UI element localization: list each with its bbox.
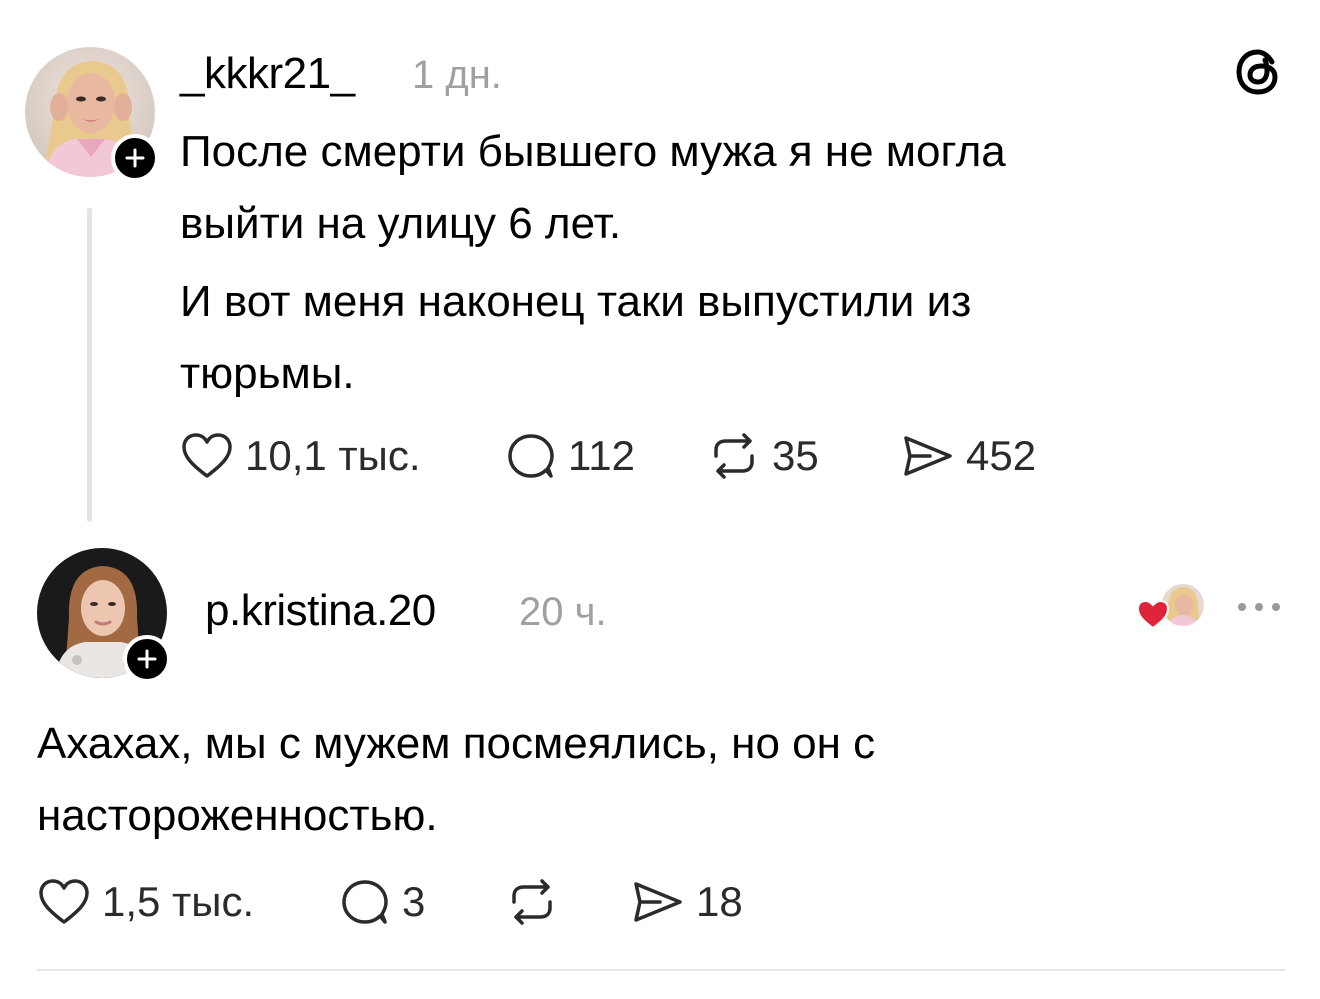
post-text-line: выйти на улицу 6 лет. (180, 199, 622, 248)
repost-count: 35 (772, 432, 819, 479)
share-count: 452 (966, 432, 1037, 479)
post-text-line: тюрьмы. (180, 349, 355, 398)
more-options-button[interactable] (1234, 598, 1284, 616)
share-count: 18 (696, 878, 743, 925)
plus-icon (137, 649, 157, 669)
repost-icon (714, 433, 754, 479)
share-button[interactable]: 18 (630, 878, 743, 926)
divider (37, 969, 1285, 971)
heart-icon (182, 433, 232, 478)
reply-button[interactable]: 3 (340, 878, 425, 926)
comment-icon (342, 880, 388, 924)
follow-plus-button[interactable] (111, 134, 159, 182)
plus-icon (125, 148, 145, 168)
reply-count: 3 (402, 878, 426, 925)
like-count: 10,1 тыс. (245, 432, 421, 479)
like-button[interactable]: 1,5 тыс. (38, 878, 254, 926)
reply-count: 112 (568, 432, 635, 479)
ellipsis-icon (1238, 603, 1280, 611)
reply-username[interactable]: p.kristina.20 (205, 586, 436, 636)
repost-icon (512, 879, 552, 925)
share-button[interactable]: 452 (900, 432, 1036, 480)
post-timestamp: 1 дн. (412, 53, 502, 97)
send-icon (904, 436, 952, 476)
reply-text-line: настороженностью. (37, 791, 438, 840)
reply-text-line: Ахахах, мы с мужем посмеялись, но он с (37, 719, 876, 768)
heart-icon (1136, 599, 1170, 630)
threads-logo-icon[interactable] (1232, 46, 1284, 98)
heart-icon (39, 879, 89, 924)
liked-by-author-indicator (1136, 582, 1208, 632)
repost-button[interactable] (506, 878, 558, 926)
thread-line (87, 208, 92, 522)
reply-button[interactable]: 112 (506, 432, 635, 480)
reply-timestamp: 20 ч. (519, 590, 607, 634)
like-button[interactable]: 10,1 тыс. (181, 432, 421, 480)
repost-button[interactable]: 35 (708, 432, 819, 480)
like-count: 1,5 тыс. (102, 878, 255, 925)
follow-plus-button[interactable] (123, 635, 171, 683)
post-text-line: И вот меня наконец таки выпустили из (180, 277, 972, 326)
post-text-line: После смерти бывшего мужа я не могла (180, 127, 1006, 176)
send-icon (634, 882, 682, 922)
comment-icon (508, 434, 554, 478)
post-username[interactable]: _kkkr21_ (180, 49, 355, 99)
